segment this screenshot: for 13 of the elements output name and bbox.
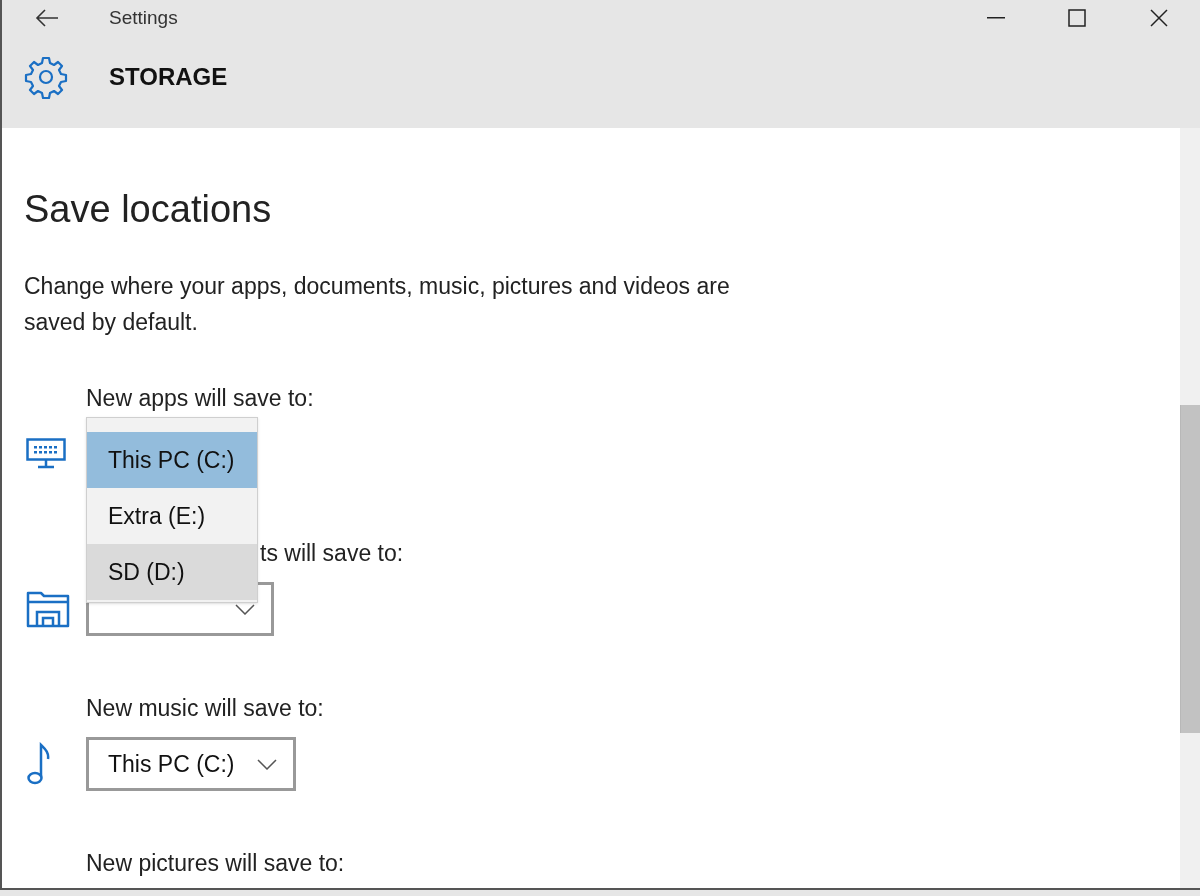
field-label: New apps will save to: — [86, 384, 315, 413]
field-label: New pictures will save to: — [86, 849, 346, 878]
page-title: STORAGE — [109, 62, 228, 92]
dropdown-option[interactable]: SD (D:) — [87, 544, 257, 600]
dropdown-option[interactable]: Extra (E:) — [87, 488, 257, 544]
window-title: Settings — [109, 5, 178, 30]
dropdown[interactable]: This PC (C:) — [86, 737, 296, 791]
section-heading: Save locations — [24, 187, 273, 232]
field-label: New music will save to: — [86, 694, 325, 723]
dropdown-option[interactable]: This PC (C:) — [87, 432, 257, 488]
field-label: ts will save to: — [260, 539, 405, 568]
description-text: Change where your apps, documents, music, pictures and videos are saved by default. — [24, 272, 731, 337]
dropdown-value: This PC (C:) — [108, 749, 235, 779]
